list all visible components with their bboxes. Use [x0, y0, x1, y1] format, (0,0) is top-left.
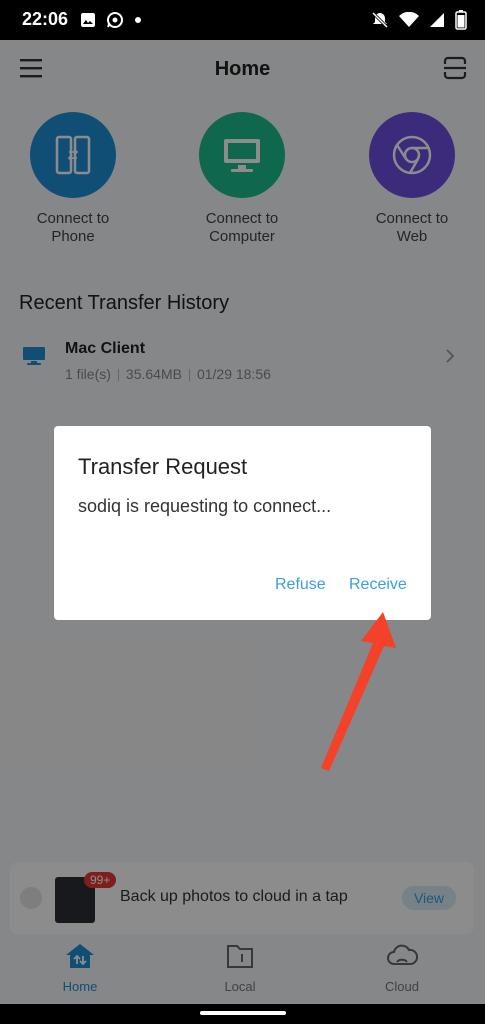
dialog-title: Transfer Request [78, 454, 248, 479]
whatsapp-icon [107, 12, 123, 28]
status-time: 22:06 [22, 9, 69, 29]
receive-button[interactable]: Receive [349, 576, 407, 594]
refuse-button[interactable]: Refuse [275, 576, 326, 594]
transfer-request-dialog: Transfer Request sodiq is requesting to … [54, 426, 431, 620]
gesture-handle[interactable] [200, 1011, 286, 1015]
mute-bell-icon [371, 11, 389, 29]
app-screen: Home Connect to Phone Connect to Compute… [0, 40, 485, 1004]
dot-icon [135, 17, 141, 23]
status-bar: 22:06 [0, 0, 485, 40]
image-icon [81, 13, 95, 27]
dialog-message: sodiq is requesting to connect... [78, 496, 332, 516]
signal-icon [430, 13, 444, 27]
wifi-icon [399, 12, 419, 27]
battery-icon [455, 10, 467, 30]
